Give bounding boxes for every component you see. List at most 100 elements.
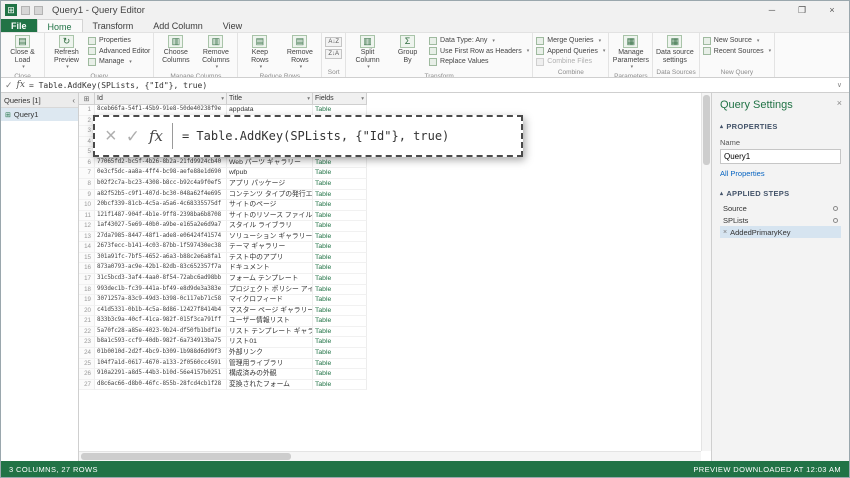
formula-expand-icon[interactable]: ∨ [834, 81, 845, 89]
table-row[interactable]: 10 20bcf339-81cb-4c5a-a5a6-4c68335575df サイ… [79, 200, 367, 211]
applied-steps-section-header[interactable]: ▴ APPLIED STEPS [720, 189, 841, 198]
close-button[interactable]: × [819, 2, 845, 18]
cell-fields-table-link[interactable]: Table [313, 316, 367, 327]
table-row[interactable]: 1 8ceb66fa-54f1-45b9-91e8-50de40238f9e app… [79, 105, 367, 116]
formula-input[interactable]: = Table.AddKey(SPLists, {"Id"}, true) [29, 81, 830, 90]
cell-fields-table-link[interactable]: Table [313, 358, 367, 370]
cell-title[interactable]: appdata [227, 105, 313, 116]
table-row[interactable]: 20 c41d5331-0b1b-4c5a-8d86-12427f8414b4 マス… [79, 305, 367, 317]
replace-values-button[interactable]: Replace Values [429, 57, 529, 67]
table-row[interactable]: 9 a82f52b5-c9f1-407d-bc30-048a62f4e695 コンテ… [79, 189, 367, 201]
tab-file[interactable]: File [1, 19, 37, 32]
properties-section-header[interactable]: ▴ PROPERTIES [720, 122, 841, 131]
cell-fields-table-link[interactable]: Table [313, 231, 367, 243]
cell-title[interactable]: フォーム テンプレート [227, 274, 313, 285]
group-by-button[interactable]: Group By [389, 35, 426, 64]
cell-title[interactable]: 外部リンク [227, 347, 313, 359]
cell-id[interactable]: 5a70fc28-a85e-4023-9b24-df50fb1bdf1e [95, 326, 227, 338]
query-list-item[interactable]: ⊞ Query1 [1, 108, 78, 121]
cell-fields-table-link[interactable]: Table [313, 337, 367, 348]
cell-id[interactable]: b02f2c7a-bc23-4308-b8cc-b92c4a9f0ef5 [95, 178, 227, 190]
tab-transform[interactable]: Transform [83, 19, 144, 32]
cell-id[interactable]: 993dec1b-fc39-441a-bf49-e8d9de3a383e [95, 284, 227, 296]
cell-fields-table-link[interactable]: Table [313, 263, 367, 274]
delete-step-icon[interactable]: × [723, 229, 727, 236]
cell-fields-table-link[interactable]: Table [313, 189, 367, 201]
cell-id[interactable]: 8ceb66fa-54f1-45b9-91e8-50de40238f9e [95, 105, 227, 116]
cell-title[interactable]: サイトのリソース ファイル [227, 210, 313, 222]
table-row[interactable]: 24 01b0010d-2d2f-4bc9-b309-1b988d6d99f3 外部… [79, 347, 367, 359]
column-header-fields[interactable]: Fields ▾ [313, 93, 367, 105]
filter-dropdown-icon[interactable]: ▾ [221, 96, 224, 102]
filter-dropdown-icon[interactable]: ▾ [307, 96, 310, 102]
recent-sources-button[interactable]: Recent Sources [702, 47, 771, 57]
table-row[interactable]: 25 104f7a1d-0617-4670-a133-2f0560cc4591 管理… [79, 358, 367, 370]
cell-id[interactable]: 1af43027-5e69-40b0-a9be-e165a2e6d9a7 [95, 221, 227, 232]
split-column-button[interactable]: Split Column [349, 35, 386, 72]
cell-id[interactable]: 104f7a1d-0617-4670-a133-2f0560cc4591 [95, 358, 227, 370]
all-properties-link[interactable]: All Properties [720, 169, 841, 178]
cell-id[interactable]: 910a2291-a8d5-44b3-b10d-56e4157b0251 [95, 369, 227, 380]
cell-title[interactable]: 管理用ライブラリ [227, 358, 313, 370]
tab-add-column[interactable]: Add Column [143, 19, 213, 32]
cell-fields-table-link[interactable]: Table [313, 221, 367, 232]
table-row[interactable]: 11 121f1487-904f-4b1e-9ff8-2398ba6b8708 サイ… [79, 210, 367, 222]
cell-id[interactable]: 3071257a-83c9-49d3-b398-0c117eb71c58 [95, 295, 227, 306]
merge-queries-button[interactable]: Merge Queries [536, 36, 605, 46]
minimize-button[interactable]: ─ [759, 2, 785, 18]
remove-rows-button[interactable]: Remove Rows [281, 35, 318, 72]
table-row[interactable]: 17 31c5bcd3-3af4-4aa0-8f54-72abc6ad98bb フォ… [79, 274, 367, 285]
step-settings-gear-icon[interactable] [833, 205, 838, 211]
table-row[interactable]: 27 d8c6ac66-d8b0-46fc-855b-28fcd4cb1f28 変換… [79, 379, 367, 391]
cell-title[interactable]: コンテンツ タイプの発行エラー ログ [227, 189, 313, 201]
tab-view[interactable]: View [213, 19, 252, 32]
cell-title[interactable]: テスト中のアプリ [227, 252, 313, 264]
collapse-pane-icon[interactable]: ‹ [72, 96, 75, 105]
cell-title[interactable]: アプリ パッケージ [227, 178, 313, 190]
cell-id[interactable]: a82f52b5-c9f1-407d-bc30-048a62f4e695 [95, 189, 227, 201]
applied-step[interactable]: Source [720, 202, 841, 214]
table-row[interactable]: 7 0e3cf5dc-aa8a-4ff4-bc98-aefe88e1d690 wfp… [79, 168, 367, 179]
close-and-load-button[interactable]: Close & Load [4, 35, 41, 72]
cell-id[interactable]: 20bcf339-81cb-4c5a-a5a6-4c68335575df [95, 200, 227, 211]
cell-title[interactable]: テーマ ギャラリー [227, 242, 313, 253]
cell-title[interactable]: ドキュメント [227, 263, 313, 274]
refresh-preview-button[interactable]: Refresh Preview [48, 35, 85, 72]
table-row[interactable]: 18 993dec1b-fc39-441a-bf49-e8d9de3a383e プロ… [79, 284, 367, 296]
cell-id[interactable]: b8a1c593-ccf9-40db-982f-6a734913ba75 [95, 337, 227, 348]
cell-fields-table-link[interactable]: Table [313, 379, 367, 391]
table-row[interactable]: 12 1af43027-5e69-40b0-a9be-e165a2e6d9a7 スタ… [79, 221, 367, 232]
cell-title[interactable]: リスト テンプレート ギャラリー [227, 326, 313, 338]
manage-button[interactable]: Manage [88, 57, 150, 67]
table-row[interactable]: 13 27da7985-8447-48f1-ade8-e06424f41574 ソリ… [79, 231, 367, 243]
column-header-title[interactable]: Title ▾ [227, 93, 313, 105]
step-settings-gear-icon[interactable] [833, 217, 838, 223]
cell-title[interactable]: マイクロフィード [227, 295, 313, 306]
cell-title[interactable]: マスター ページ ギャラリー [227, 305, 313, 317]
filter-dropdown-icon[interactable]: ▾ [361, 96, 364, 102]
cell-fields-table-link[interactable]: Table [313, 347, 367, 359]
properties-button[interactable]: Properties [88, 36, 150, 46]
column-header-id[interactable]: Id ▾ [95, 93, 227, 105]
cell-id[interactable]: 301a91fc-7bf5-4652-a6a3-b88c2e6a8fa1 [95, 252, 227, 264]
maximize-button[interactable]: ❐ [789, 2, 815, 18]
cell-title[interactable]: プロジェクト ポリシー アイテム リスト [227, 284, 313, 296]
close-settings-icon[interactable]: × [837, 98, 842, 108]
quick-access-icon[interactable] [21, 5, 30, 15]
use-first-row-as-headers-button[interactable]: Use First Row as Headers [429, 47, 529, 57]
cell-title[interactable]: スタイル ライブラリ [227, 221, 313, 232]
table-row[interactable]: 23 b8a1c593-ccf9-40db-982f-6a734913ba75 リス… [79, 337, 367, 348]
cell-title[interactable]: ソリューション ギャラリー [227, 231, 313, 243]
table-row[interactable]: 14 2673fecc-b141-4c03-87bb-1f597430ec38 テー… [79, 242, 367, 253]
table-row[interactable]: 8 b02f2c7a-bc23-4308-b8cc-b92c4a9f0ef5 アプリ… [79, 178, 367, 190]
select-all-corner[interactable]: ⊞ [79, 93, 95, 105]
cell-id[interactable]: 0e3cf5dc-aa8a-4ff4-bc98-aefe88e1d690 [95, 168, 227, 179]
cell-fields-table-link[interactable]: Table [313, 168, 367, 179]
manage-parameters-button[interactable]: Manage Parameters [612, 35, 649, 72]
cell-title[interactable]: 変換されたフォーム [227, 379, 313, 391]
applied-step[interactable]: × AddedPrimaryKey [720, 226, 841, 238]
sort-ascending-button[interactable]: A↓Z [325, 37, 343, 47]
cell-title[interactable]: サイトのページ [227, 200, 313, 211]
vertical-scrollbar[interactable] [701, 93, 711, 451]
cell-title[interactable]: リスト01 [227, 337, 313, 348]
